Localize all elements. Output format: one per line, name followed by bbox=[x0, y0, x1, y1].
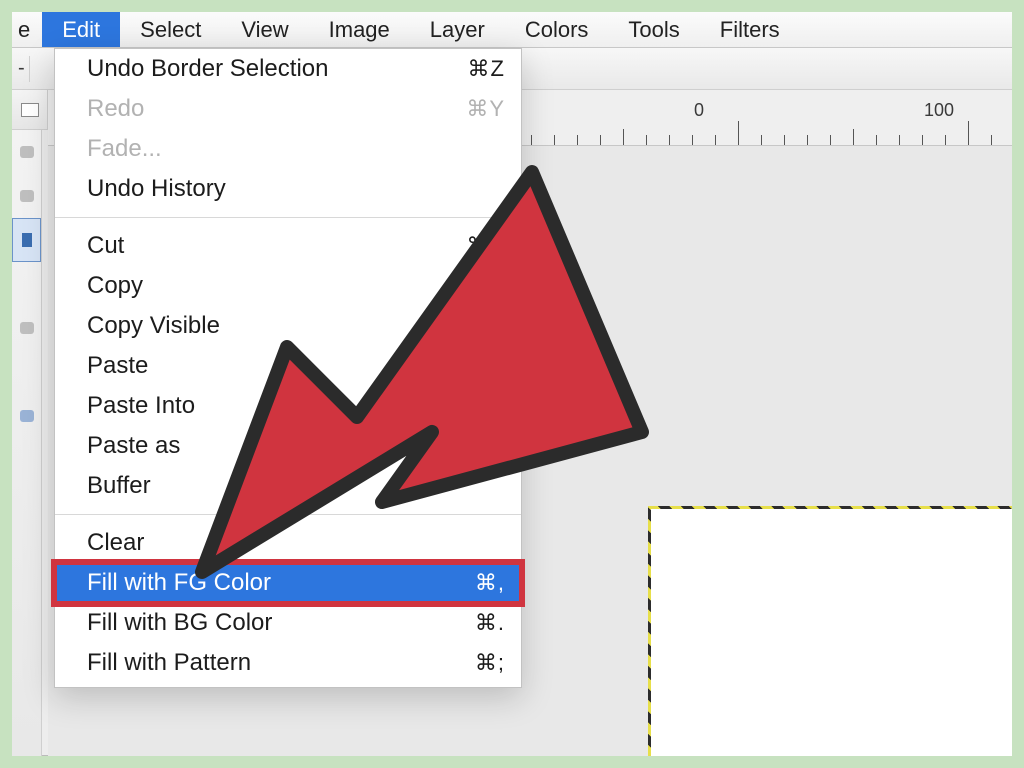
menu-item-shortcut: ⌘Z bbox=[435, 56, 505, 82]
menu-item-label: Undo Border Selection bbox=[87, 55, 328, 83]
menu-bar: e Edit Select View Image Layer Colors To… bbox=[12, 12, 1012, 48]
menu-item-file-cut[interactable]: e bbox=[12, 12, 42, 47]
ruler-label: 100 bbox=[924, 100, 954, 121]
tool-slot[interactable] bbox=[12, 394, 41, 438]
toolbox-strip bbox=[12, 130, 42, 756]
menu-item-fill-with-bg-color[interactable]: Fill with BG Color ⌘. bbox=[55, 603, 521, 643]
menu-item-label: Fill with FG Color bbox=[87, 569, 271, 597]
menu-item-shortcut: ⇧⌘ bbox=[435, 313, 505, 339]
menu-item-fill-with-pattern[interactable]: Fill with Pattern ⌘; bbox=[55, 643, 521, 683]
menu-item-label: Buffer bbox=[87, 472, 151, 500]
menu-item-select[interactable]: Select bbox=[120, 12, 221, 47]
tool-slot-selected[interactable] bbox=[12, 218, 41, 262]
ruler-label: 0 bbox=[694, 100, 704, 121]
menu-item-redo: Redo ⌘Y bbox=[55, 89, 521, 129]
menu-item-copy-visible[interactable]: Copy Visible ⇧⌘ bbox=[55, 306, 521, 346]
menu-item-edit[interactable]: Edit bbox=[42, 12, 120, 47]
canvas-selection-marching-ants bbox=[648, 506, 1012, 756]
menu-item-paste-into[interactable]: Paste Into bbox=[55, 386, 521, 426]
menu-item-layer[interactable]: Layer bbox=[410, 12, 505, 47]
menu-item-shortcut: ⌘X bbox=[435, 233, 505, 259]
title-divider bbox=[29, 56, 30, 82]
title-dash: - bbox=[18, 57, 25, 80]
menu-item-paste[interactable]: Paste bbox=[55, 346, 521, 386]
menu-item-image[interactable]: Image bbox=[309, 12, 410, 47]
tool-slot[interactable] bbox=[12, 350, 41, 394]
menu-item-label: Fill with BG Color bbox=[87, 609, 272, 637]
menu-item-label: Redo bbox=[87, 95, 144, 123]
menu-item-clear[interactable]: Clear bbox=[55, 523, 521, 563]
menu-item-filters[interactable]: Filters bbox=[700, 12, 800, 47]
menu-item-paste-as[interactable]: Paste as bbox=[55, 426, 521, 466]
menu-item-label: Undo History bbox=[87, 175, 226, 203]
menu-separator bbox=[55, 514, 521, 515]
menu-item-shortcut: ⌘. bbox=[435, 610, 505, 636]
menu-item-view[interactable]: View bbox=[221, 12, 308, 47]
menu-item-label: Cut bbox=[87, 232, 124, 260]
menu-item-colors[interactable]: Colors bbox=[505, 12, 609, 47]
tool-slot[interactable] bbox=[12, 130, 41, 174]
menu-item-buffer[interactable]: Buffer bbox=[55, 466, 521, 506]
edit-menu-dropdown: Undo Border Selection ⌘Z Redo ⌘Y Fade... Undo… bbox=[54, 48, 522, 688]
menu-item-shortcut: ⌘C bbox=[435, 273, 505, 299]
menu-item-shortcut: ⌘, bbox=[435, 570, 505, 596]
menu-item-shortcut: ⌘Y bbox=[435, 96, 505, 122]
menu-item-label: Paste as bbox=[87, 432, 180, 460]
menu-item-label: Paste Into bbox=[87, 392, 195, 420]
menu-item-tools[interactable]: Tools bbox=[608, 12, 699, 47]
menu-item-undo-history[interactable]: Undo History bbox=[55, 169, 521, 209]
app-window: e Edit Select View Image Layer Colors To… bbox=[12, 12, 1012, 756]
menu-item-cut[interactable]: Cut ⌘X bbox=[55, 226, 521, 266]
tool-slot[interactable] bbox=[12, 174, 41, 218]
document-tab[interactable] bbox=[12, 90, 48, 130]
menu-item-label: Fill with Pattern bbox=[87, 649, 251, 677]
tool-slot[interactable] bbox=[12, 262, 41, 306]
menu-item-fill-with-fg-color[interactable]: Fill with FG Color ⌘, bbox=[55, 563, 521, 603]
menu-item-copy[interactable]: Copy ⌘C bbox=[55, 266, 521, 306]
menu-item-fade: Fade... bbox=[55, 129, 521, 169]
menu-item-label: Copy Visible bbox=[87, 312, 220, 340]
menu-item-undo-border-selection[interactable]: Undo Border Selection ⌘Z bbox=[55, 49, 521, 89]
tool-slot[interactable] bbox=[12, 306, 41, 350]
menu-item-shortcut: ⌘; bbox=[435, 650, 505, 676]
document-thumb-icon bbox=[21, 103, 39, 117]
menu-item-label: Fade... bbox=[87, 135, 162, 163]
menu-separator bbox=[55, 217, 521, 218]
menu-item-label: Clear bbox=[87, 529, 144, 557]
menu-item-label: Paste bbox=[87, 352, 148, 380]
menu-item-label: Copy bbox=[87, 272, 143, 300]
